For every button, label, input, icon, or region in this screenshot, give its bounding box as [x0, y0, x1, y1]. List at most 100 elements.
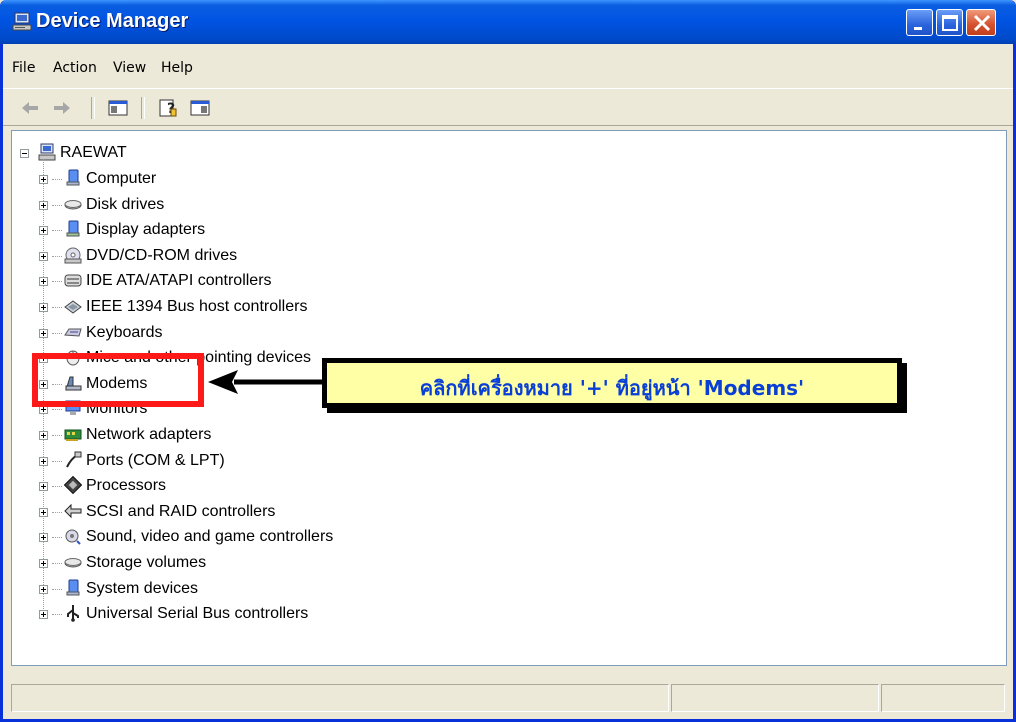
- tree-item-label: IDE ATA/ATAPI controllers: [86, 272, 272, 289]
- properties-pane-icon[interactable]: [189, 97, 211, 119]
- menu-action[interactable]: Action: [53, 60, 97, 76]
- menu-help[interactable]: Help: [161, 60, 193, 76]
- processor-icon: [64, 476, 82, 494]
- tree-connector: [52, 333, 62, 335]
- tree-connector: [52, 409, 62, 411]
- menu-view[interactable]: View: [113, 60, 146, 76]
- expand-icon[interactable]: [39, 175, 48, 184]
- expand-icon[interactable]: [39, 559, 48, 568]
- tree-connector: [52, 230, 62, 232]
- tree-item[interactable]: Sound, video and game controllers: [38, 525, 378, 549]
- menu-file[interactable]: File: [12, 60, 35, 76]
- tree-connector: [52, 537, 62, 539]
- tree-item[interactable]: IEEE 1394 Bus host controllers: [38, 295, 378, 319]
- tree-item[interactable]: Ports (COM & LPT): [38, 449, 378, 473]
- tree-connector: [52, 614, 62, 616]
- usb-icon: [67, 605, 79, 622]
- tree-connector: [52, 256, 62, 258]
- keyboard-icon: [64, 328, 82, 337]
- tree-root-raewat[interactable]: RAEWAT: [18, 141, 218, 165]
- sound-icon: [65, 529, 81, 545]
- tree-item[interactable]: Network adapters: [38, 423, 378, 447]
- tree-connector: [52, 205, 62, 207]
- modems-highlight-box: [32, 353, 204, 407]
- tree-item[interactable]: Universal Serial Bus controllers: [38, 602, 378, 626]
- device-manager-icon: [12, 12, 32, 31]
- tree-item[interactable]: Processors: [38, 474, 378, 498]
- tree-item-label: Network adapters: [86, 426, 212, 443]
- toolbar-separator: [91, 97, 95, 119]
- port-icon: [66, 451, 82, 468]
- tree-connector: [52, 461, 62, 463]
- display-adapter-icon: [66, 220, 80, 237]
- maximize-button[interactable]: [936, 9, 963, 36]
- forward-arrow-icon[interactable]: [51, 97, 73, 119]
- tree-item-label: Storage volumes: [86, 554, 207, 571]
- menu-bar: File Action View Help: [3, 56, 1013, 82]
- tree-connector: [52, 512, 62, 514]
- tree-item[interactable]: Storage volumes: [38, 551, 378, 575]
- tree-item-label: Disk drives: [86, 196, 165, 213]
- expand-icon[interactable]: [39, 610, 48, 619]
- tree-item[interactable]: IDE ATA/ATAPI controllers: [38, 269, 378, 293]
- tree-connector: [52, 435, 62, 437]
- annotation-arrow: [208, 370, 322, 394]
- tree-item[interactable]: System devices: [38, 577, 378, 601]
- tree-item-label: Universal Serial Bus controllers: [86, 605, 309, 622]
- tree-item-label: Keyboards: [86, 324, 163, 341]
- tree-connector: [52, 589, 62, 591]
- tree-connector: [52, 281, 62, 283]
- tree-item[interactable]: SCSI and RAID controllers: [38, 500, 378, 524]
- expand-icon[interactable]: [39, 431, 48, 440]
- maximize-icon: [942, 15, 958, 31]
- expand-icon[interactable]: [39, 252, 48, 261]
- disk-drive-icon: [64, 200, 82, 210]
- close-button[interactable]: [966, 9, 996, 36]
- tree-item[interactable]: Disk drives: [38, 193, 378, 217]
- tree-connector: [52, 307, 62, 309]
- expand-icon[interactable]: [39, 482, 48, 491]
- tree-item[interactable]: Keyboards: [38, 321, 378, 345]
- instruction-text: คลิกที่เครื่องหมาย '+' ที่อยู่หน้า 'Mode…: [419, 376, 805, 400]
- tree-item[interactable]: Display adapters: [38, 218, 378, 242]
- tree-connector: [52, 179, 62, 181]
- title-bar[interactable]: Device Manager: [0, 0, 1016, 44]
- expand-icon[interactable]: [39, 277, 48, 286]
- status-pane: [671, 684, 879, 712]
- tree-item-label: DVD/CD-ROM drives: [86, 247, 238, 264]
- system-device-icon: [66, 579, 80, 596]
- tree-item-label: Ports (COM & LPT): [86, 452, 225, 469]
- expand-icon[interactable]: [39, 508, 48, 517]
- expand-icon[interactable]: [39, 226, 48, 235]
- show-hide-console-tree-icon[interactable]: [107, 97, 129, 119]
- toolbar-separator: [141, 97, 145, 119]
- tree-item-label: Processors: [86, 477, 167, 494]
- expand-icon[interactable]: [39, 303, 48, 312]
- help-icon[interactable]: ?: [157, 97, 179, 119]
- tree-item-label: IEEE 1394 Bus host controllers: [86, 298, 308, 315]
- expand-icon[interactable]: [39, 201, 48, 210]
- tree-item-label: Computer: [86, 170, 157, 187]
- instruction-callout: คลิกที่เครื่องหมาย '+' ที่อยู่หน้า 'Mode…: [322, 358, 902, 408]
- minimize-button[interactable]: [906, 9, 933, 36]
- status-pane: [11, 684, 669, 712]
- minimize-icon: [914, 27, 922, 30]
- computer-icon: [38, 143, 56, 161]
- ide-controller-icon: [64, 274, 82, 287]
- tree-connector: [52, 486, 62, 488]
- tree-item[interactable]: DVD/CD-ROM drives: [38, 244, 378, 268]
- close-icon: [973, 14, 991, 32]
- expand-icon[interactable]: [39, 329, 48, 338]
- expand-icon[interactable]: [39, 457, 48, 466]
- ieee1394-icon: [64, 300, 82, 314]
- back-arrow-icon[interactable]: [19, 97, 41, 119]
- tree-root-label: RAEWAT: [60, 144, 127, 161]
- tree-item-label: Display adapters: [86, 221, 206, 238]
- expand-icon[interactable]: [39, 585, 48, 594]
- tree-item[interactable]: Computer: [38, 167, 378, 191]
- status-pane: [881, 684, 1005, 712]
- collapse-icon[interactable]: [20, 149, 29, 158]
- scsi-icon: [64, 503, 82, 519]
- expand-icon[interactable]: [39, 533, 48, 542]
- computer-icon: [66, 169, 80, 186]
